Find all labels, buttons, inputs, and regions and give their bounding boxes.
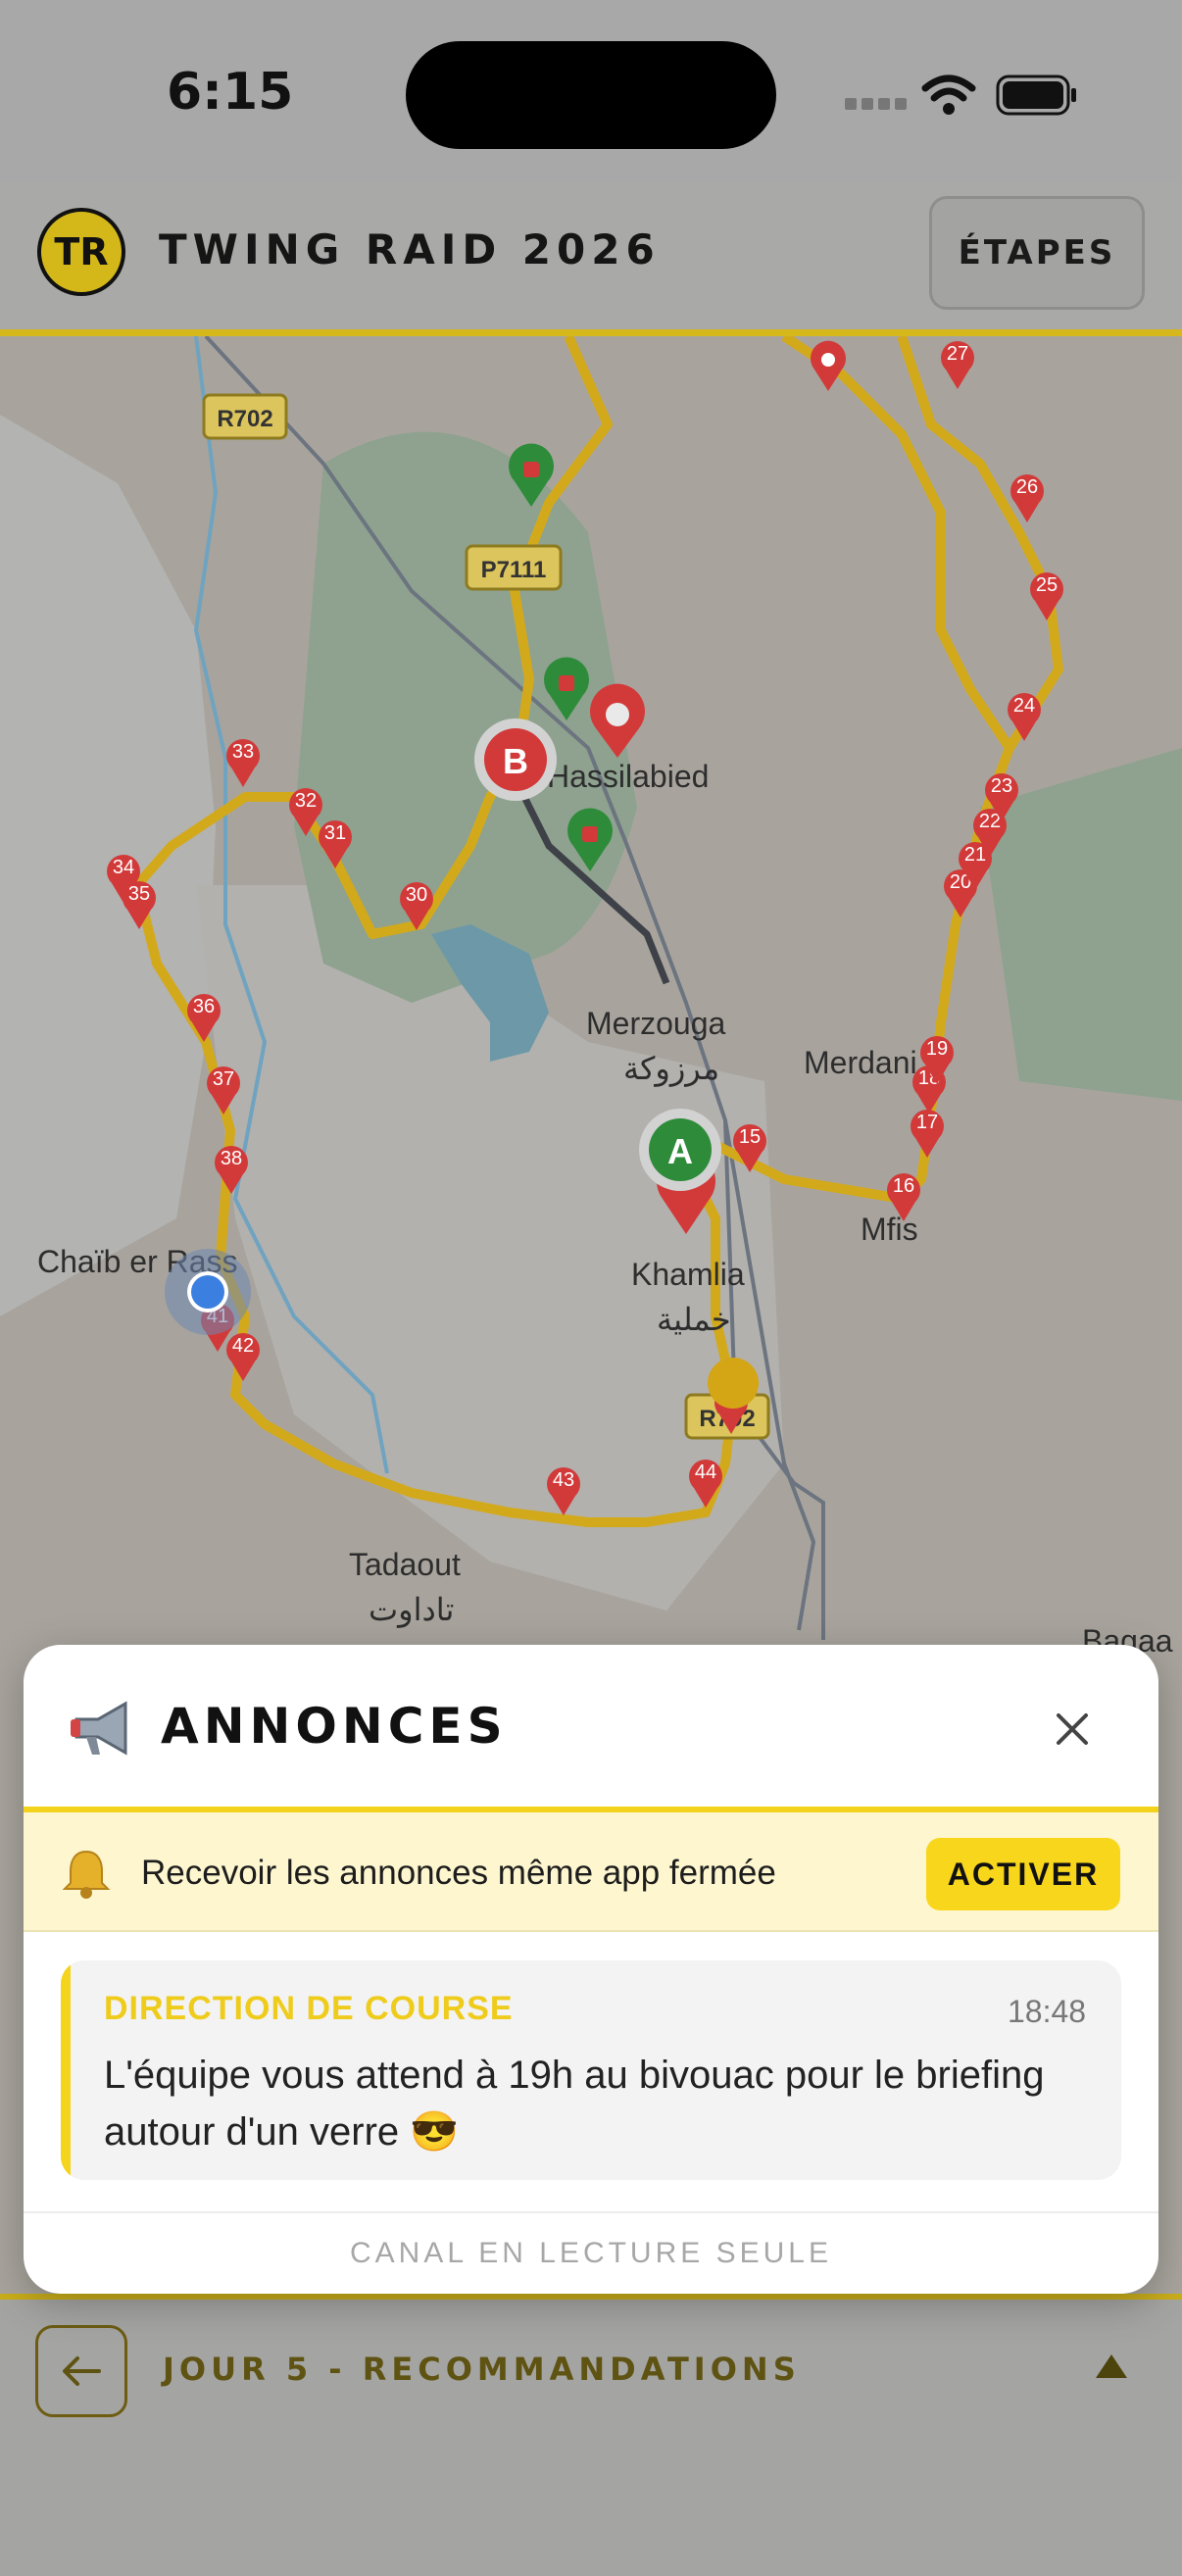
svg-text:37: 37 — [213, 1068, 234, 1090]
app-logo: TR — [37, 208, 125, 296]
megaphone-icon — [71, 1701, 127, 1756]
svg-text:31: 31 — [324, 822, 346, 844]
signal-icon — [845, 98, 907, 110]
enable-notifications-button[interactable]: ACTIVER — [926, 1838, 1120, 1910]
message-text: L'équipe vous attend à 19h au bivouac po… — [104, 2054, 1045, 2154]
svg-text:24: 24 — [1013, 695, 1035, 717]
bell-icon — [62, 1850, 111, 1899]
place-label: تاداوت — [369, 1592, 454, 1628]
svg-text:15: 15 — [739, 1126, 761, 1148]
back-button[interactable] — [35, 2325, 127, 2417]
read-only-notice: CANAL EN LECTURE SEULE — [349, 2237, 832, 2269]
place-label: مرزوكة — [623, 1051, 719, 1087]
svg-text:35: 35 — [128, 883, 150, 905]
day-label[interactable]: JOUR 5 - RECOMMANDATIONS — [163, 2351, 801, 2388]
message-sender: DIRECTION DE COURSE — [104, 1990, 514, 2027]
status-bar: 6:15 — [0, 0, 1182, 182]
road-shield: R702 — [202, 393, 288, 440]
announcement-message: DIRECTION DE COURSE 18:48 L'équipe vous … — [61, 1960, 1121, 2180]
svg-text:34: 34 — [113, 857, 134, 878]
svg-text:B: B — [503, 741, 528, 781]
place-label: Khamlia — [631, 1257, 745, 1292]
road-label-p7111: P7111 — [481, 557, 547, 583]
app-header: TR TWING RAID 2026 ÉTAPES — [0, 182, 1182, 336]
stages-button[interactable]: ÉTAPES — [929, 196, 1145, 310]
svg-text:21: 21 — [964, 844, 986, 866]
modal-header: ANNONCES — [24, 1645, 1158, 1812]
svg-text:33: 33 — [232, 741, 254, 763]
road-shield: P7111 — [465, 544, 563, 591]
current-location — [165, 1249, 251, 1335]
close-button[interactable] — [1043, 1700, 1102, 1759]
dynamic-island — [406, 41, 776, 149]
checkpoint-marker[interactable] — [708, 1358, 759, 1409]
battery-icon — [996, 74, 1076, 116]
start-marker[interactable]: A — [639, 1109, 721, 1191]
svg-text:38: 38 — [221, 1148, 242, 1169]
svg-text:19: 19 — [926, 1038, 948, 1060]
svg-text:23: 23 — [991, 775, 1012, 797]
arrow-left-icon — [63, 2356, 101, 2386]
close-icon — [1057, 1713, 1088, 1745]
day-bar: JOUR 5 - RECOMMANDATIONS — [0, 2294, 1182, 2576]
place-label: خملية — [657, 1302, 731, 1337]
svg-text:26: 26 — [1016, 476, 1038, 498]
place-label: Hassilabied — [547, 759, 709, 794]
message-accent — [61, 1960, 71, 2180]
road-label-r702: R702 — [217, 406, 272, 432]
svg-text:42: 42 — [232, 1335, 254, 1357]
svg-text:17: 17 — [916, 1112, 938, 1133]
bivouac-marker[interactable]: B — [474, 718, 557, 801]
svg-text:27: 27 — [947, 343, 968, 365]
svg-text:16: 16 — [893, 1175, 914, 1197]
place-label: Tadaout — [349, 1547, 461, 1582]
place-label: Merzouga — [586, 1006, 726, 1041]
push-notification-bar: Recevoir les annonces même app fermée AC… — [24, 1812, 1158, 1932]
svg-text:32: 32 — [295, 790, 317, 812]
expand-up-icon[interactable] — [1096, 2354, 1127, 2378]
modal-title: ANNONCES — [161, 1698, 508, 1755]
svg-text:25: 25 — [1036, 574, 1058, 596]
app-title: TWING RAID 2026 — [159, 225, 661, 273]
place-label: Merdani — [804, 1045, 917, 1080]
announcements-modal: ANNONCES Recevoir les annonces même app … — [24, 1645, 1158, 2294]
notification-text: Recevoir les annonces même app fermée — [141, 1854, 776, 1892]
divider — [24, 2211, 1158, 2213]
svg-text:36: 36 — [193, 996, 215, 1017]
status-time: 6:15 — [167, 63, 294, 122]
svg-text:44: 44 — [695, 1461, 716, 1483]
message-time: 18:48 — [1008, 1994, 1087, 2029]
wifi-icon — [921, 74, 976, 115]
place-label: Mfis — [861, 1212, 918, 1247]
svg-text:43: 43 — [553, 1469, 574, 1491]
svg-text:30: 30 — [406, 884, 427, 906]
svg-text:A: A — [667, 1131, 693, 1171]
